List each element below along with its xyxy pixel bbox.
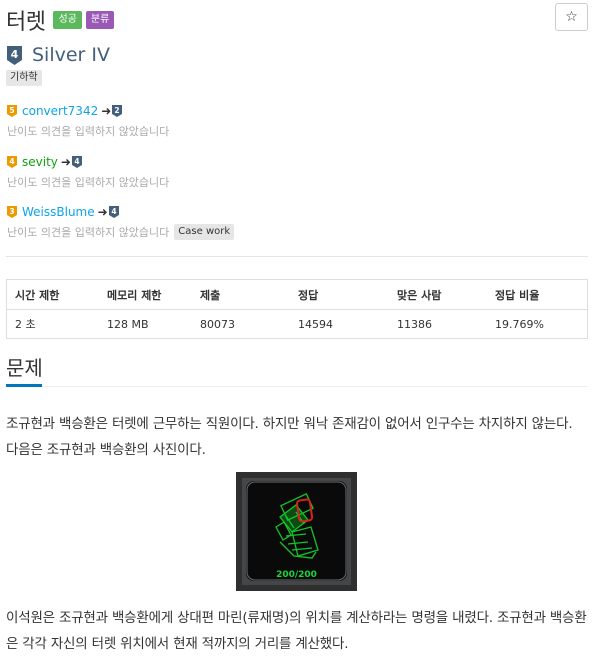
opinion-user-link[interactable]: WeissBlume — [22, 205, 95, 219]
section-title: 문제 — [6, 356, 43, 380]
opinion-note: 난이도 의견을 입력하지 않았습니다 — [7, 176, 170, 189]
title-row: 터렛 성공 분류 — [6, 6, 115, 35]
table-header-row: 시간 제한 메모리 제한 제출 정답 맞은 사람 정답 비율 — [6, 279, 588, 310]
table-header: 맞은 사람 — [389, 279, 487, 310]
difficulty-opinion: 5 convert7342 ➜ 2 난이도 의견을 입력하지 않았습니다 — [7, 104, 169, 139]
tier-number: 4 — [74, 157, 79, 166]
arrow-right-icon: ➜ — [101, 104, 112, 118]
table-cell: 19.769% — [487, 309, 588, 339]
silver-tier-icon: 4 — [71, 156, 82, 168]
star-icon: ☆ — [565, 9, 578, 25]
arrow-right-icon: ➜ — [60, 155, 71, 169]
gold-tier-icon: 5 — [7, 105, 17, 117]
opinion-tag[interactable]: Case work — [174, 224, 235, 240]
problem-info-table: 시간 제한 메모리 제한 제출 정답 맞은 사람 정답 비율 2 초 128 M… — [6, 279, 588, 339]
tier-number: 4 — [111, 207, 116, 216]
tier-number: 4 — [11, 48, 19, 61]
table-cell: 2 초 — [6, 309, 99, 339]
opinion-note: 난이도 의견을 입력하지 않았습니다 — [7, 226, 170, 239]
table-header: 제출 — [192, 279, 290, 310]
silver-tier-icon: 4 — [7, 45, 22, 65]
table-row: 2 초 128 MB 80073 14594 11386 19.769% — [6, 309, 588, 339]
gold-tier-icon: 3 — [7, 206, 17, 218]
table-header: 시간 제한 — [6, 279, 99, 310]
gold-tier-icon: 4 — [7, 156, 17, 168]
silver-tier-icon: 2 — [112, 105, 123, 117]
table-header: 정답 비율 — [487, 279, 588, 310]
tier-number: 3 — [9, 207, 14, 216]
tier-number: 5 — [9, 106, 14, 115]
opinion-user-link[interactable]: convert7342 — [22, 104, 98, 118]
star-button[interactable]: ☆ — [555, 3, 588, 31]
silver-tier-icon: 4 — [108, 206, 119, 218]
image-caption: 200/200 — [276, 570, 317, 580]
problem-description: 이석원은 조규현과 백승환에게 상대편 마린(류재명)의 위치를 계산하라는 명… — [6, 610, 587, 652]
tier-name[interactable]: Silver IV — [32, 44, 110, 66]
section-divider — [6, 386, 588, 387]
table-header: 정답 — [290, 279, 389, 310]
tier-row: 4 Silver IV — [7, 44, 110, 66]
tier-number: 2 — [115, 106, 120, 115]
opinion-user-link[interactable]: sevity — [22, 155, 58, 169]
problem-description: 조규현과 백승환은 터렛에 근무하는 직원이다. 하지만 워낙 존재감이 없어서… — [6, 416, 573, 458]
success-badge[interactable]: 성공 — [53, 11, 82, 29]
arrow-right-icon: ➜ — [97, 205, 108, 219]
table-header: 메모리 제한 — [99, 279, 192, 310]
turret-image: 200/200 — [236, 472, 357, 591]
algorithm-tag[interactable]: 기하학 — [6, 70, 42, 86]
opinion-note: 난이도 의견을 입력하지 않았습니다 — [7, 125, 170, 138]
category-badge[interactable]: 분류 — [85, 11, 115, 29]
problem-title: 터렛 — [6, 10, 46, 35]
section-underline — [6, 384, 42, 387]
tier-number: 4 — [9, 157, 14, 166]
difficulty-opinion: 4 sevity ➜ 4 난이도 의견을 입력하지 않았습니다 — [7, 155, 169, 190]
table-cell: 128 MB — [99, 309, 192, 339]
divider — [6, 256, 588, 257]
table-cell: 14594 — [290, 309, 389, 339]
table-cell: 11386 — [389, 309, 487, 339]
difficulty-opinion: 3 WeissBlume ➜ 4 난이도 의견을 입력하지 않았습니다 Case… — [7, 205, 235, 240]
table-cell: 80073 — [192, 309, 290, 339]
